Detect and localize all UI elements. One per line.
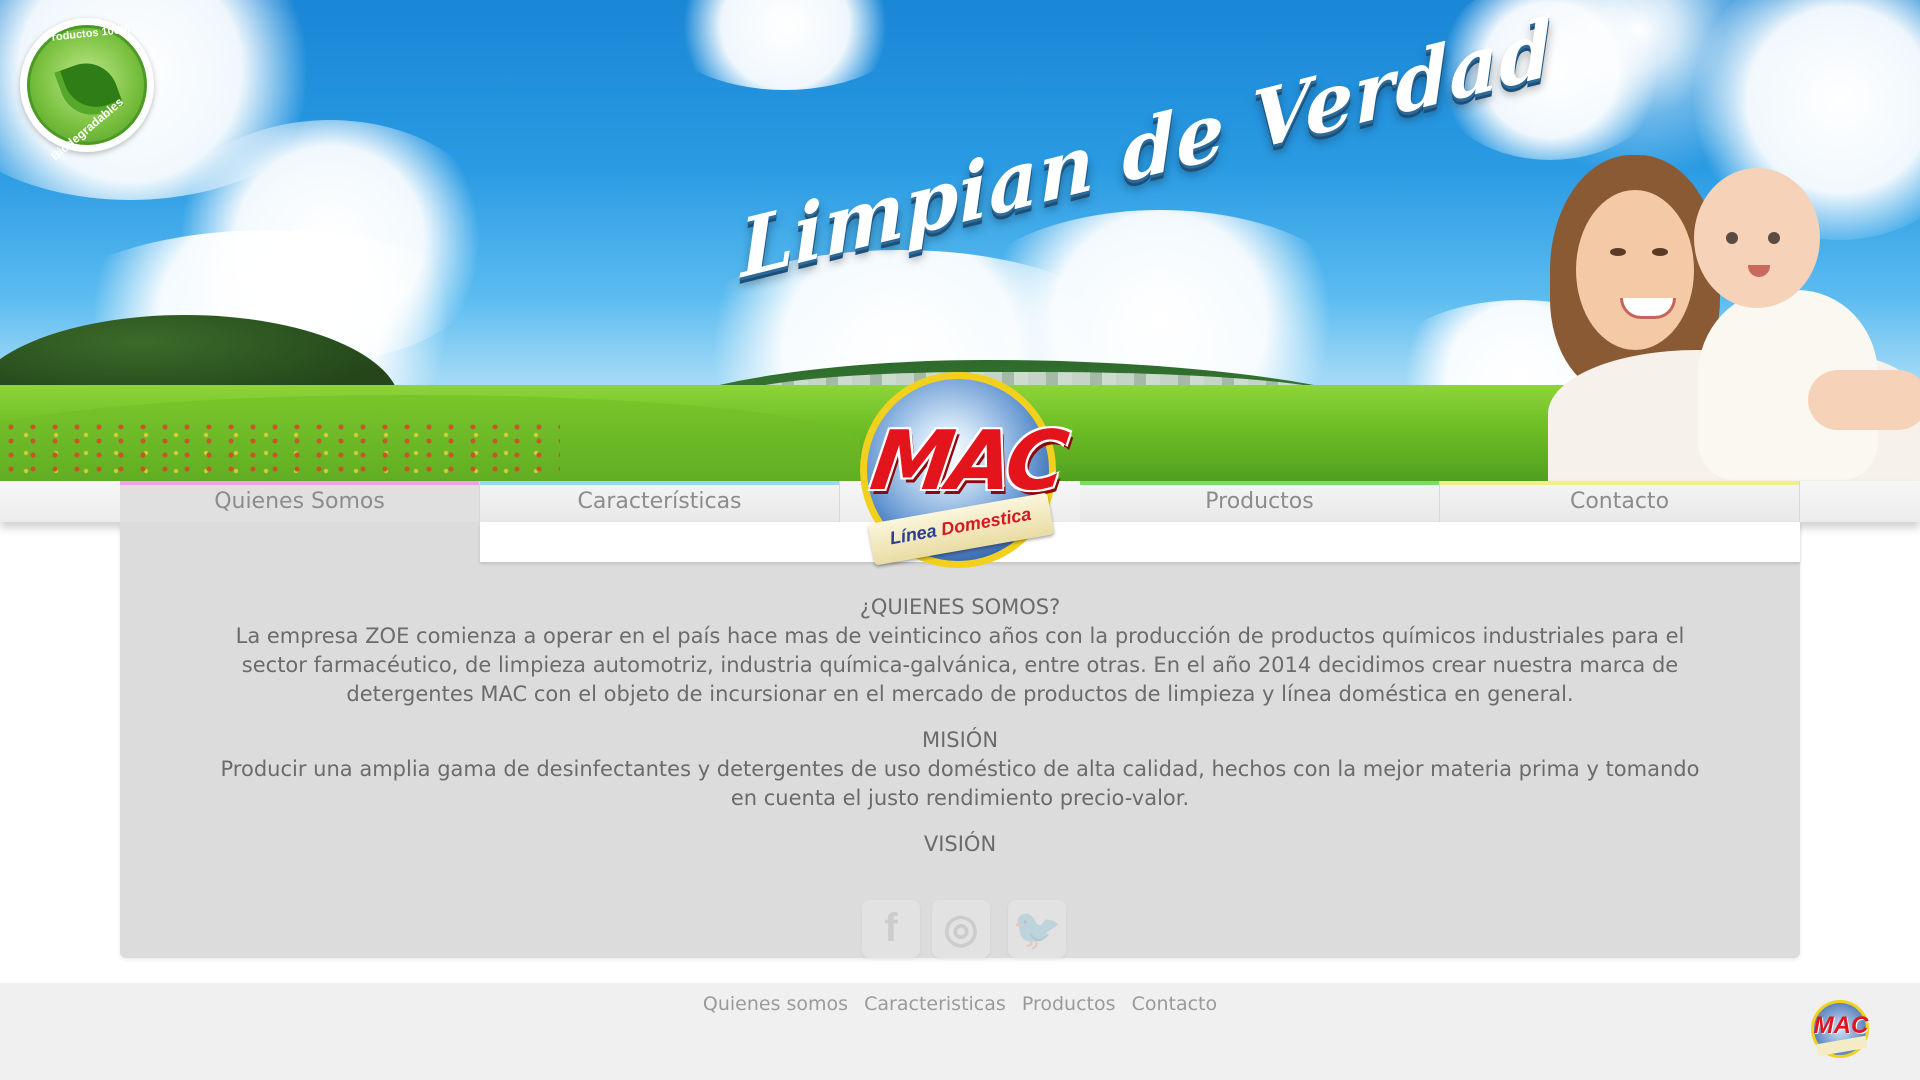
footer-logo-text: MAC [1813,1012,1869,1039]
nav-label: Contacto [1569,489,1670,514]
nav-item-quienes-somos[interactable]: Quienes Somos [120,481,480,522]
section-title-vision: VISIÓN [923,832,997,856]
instagram-icon: ◎ [943,907,979,951]
ribbon-line: Línea [888,520,939,549]
ribbon-accent: Domestica [939,503,1033,540]
footer-link-productos[interactable]: Productos [1022,993,1116,1015]
footer-mac-logo[interactable]: MAC [1811,1000,1871,1060]
flowers [0,420,560,480]
nav-label: Quienes Somos [214,489,385,514]
quienes-text: La empresa ZOE comienza a operar en el p… [235,624,1685,706]
nav-item-caracteristicas[interactable]: Características [480,481,840,522]
biodegradable-badge: Productos 100% Biodegradables [20,18,154,163]
twitter-icon: 🐦 [1012,908,1062,952]
footer-link-contacto[interactable]: Contacto [1132,993,1218,1015]
facebook-link[interactable]: f [862,900,920,958]
nav-stripe [480,481,839,485]
nav-item-productos[interactable]: Productos [1080,481,1440,522]
facebook-icon: f [884,906,898,950]
nav-label: Características [577,489,742,514]
footer: Quienes somos Caracteristicas Productos … [0,983,1920,1080]
mision-text: Producir una amplia gama de desinfectant… [220,757,1700,810]
section-title-quienes: ¿QUIENES SOMOS? [859,595,1061,619]
footer-link-quienes-somos[interactable]: Quienes somos [703,993,848,1015]
footer-link-caracteristicas[interactable]: Caracteristicas [864,993,1006,1015]
twitter-link[interactable]: 🐦 [1008,900,1066,958]
nav-item-contacto[interactable]: Contacto [1440,481,1800,522]
section-title-mision: MISIÓN [921,728,999,752]
mac-logo[interactable]: MAC Línea Domestica [860,372,1069,582]
nav-stripe [120,481,479,485]
about-content[interactable]: ¿QUIENES SOMOS? La empresa ZOE comienza … [220,592,1700,880]
panel-notch [480,522,1800,562]
footer-nav: Quienes somos Caracteristicas Productos … [0,993,1920,1015]
nav-stripe [1440,481,1799,485]
nav-stripe [1080,481,1439,485]
nav-label: Productos [1205,489,1314,514]
mother-and-baby-image [1548,150,1920,481]
instagram-link[interactable]: ◎ [932,900,990,958]
cloud [660,0,910,90]
